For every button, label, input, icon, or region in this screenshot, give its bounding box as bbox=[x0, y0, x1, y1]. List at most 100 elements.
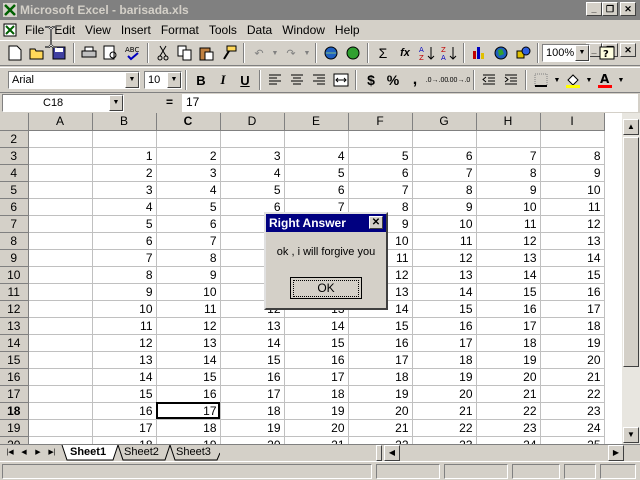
fill-color-icon[interactable] bbox=[562, 69, 584, 91]
chevron-down-icon[interactable]: ▼ bbox=[552, 69, 562, 91]
font-size-select[interactable]: 10 ▼ bbox=[144, 71, 182, 89]
print-preview-icon[interactable] bbox=[100, 42, 122, 64]
cell[interactable]: 15 bbox=[284, 334, 349, 352]
chevron-down-icon[interactable]: ▼ bbox=[616, 69, 626, 91]
chevron-down-icon[interactable]: ▼ bbox=[109, 95, 123, 111]
cell[interactable]: 13 bbox=[412, 266, 477, 284]
cell[interactable]: 11 bbox=[156, 300, 221, 318]
undo-icon[interactable]: ↶ bbox=[248, 42, 270, 64]
cell[interactable] bbox=[92, 130, 157, 148]
menu-window[interactable]: Window bbox=[277, 21, 330, 39]
cell[interactable]: 5 bbox=[284, 164, 349, 182]
cell[interactable] bbox=[28, 232, 93, 250]
increase-indent-icon[interactable] bbox=[500, 69, 522, 91]
cell[interactable]: 6 bbox=[156, 215, 221, 233]
cell[interactable]: 18 bbox=[156, 419, 221, 437]
office-assistant-icon[interactable]: ? bbox=[596, 42, 618, 64]
align-center-icon[interactable] bbox=[286, 69, 308, 91]
row-header[interactable]: 4 bbox=[0, 164, 29, 182]
cell[interactable]: 18 bbox=[412, 351, 477, 369]
cell[interactable] bbox=[28, 249, 93, 267]
cell[interactable]: 14 bbox=[156, 351, 221, 369]
cell[interactable]: 21 bbox=[348, 419, 413, 437]
cell[interactable]: 16 bbox=[348, 334, 413, 352]
cell[interactable]: 4 bbox=[284, 147, 349, 165]
drawing-icon[interactable] bbox=[512, 42, 534, 64]
cell[interactable] bbox=[348, 130, 413, 148]
align-right-icon[interactable] bbox=[308, 69, 330, 91]
vertical-scrollbar[interactable]: ▲ ▼ bbox=[622, 113, 640, 444]
formula-input[interactable]: 17 bbox=[182, 94, 638, 112]
column-header-h[interactable]: H bbox=[476, 113, 541, 131]
cell[interactable]: 7 bbox=[156, 232, 221, 250]
cell[interactable] bbox=[28, 215, 93, 233]
next-sheet-icon[interactable]: ▶ bbox=[32, 447, 44, 459]
select-all-corner[interactable] bbox=[0, 113, 29, 131]
cell[interactable]: 20 bbox=[284, 419, 349, 437]
cell[interactable]: 14 bbox=[92, 368, 157, 386]
row-header[interactable]: 7 bbox=[0, 215, 29, 233]
chevron-down-icon[interactable]: ▼ bbox=[125, 72, 139, 88]
cell[interactable]: 20 bbox=[540, 351, 605, 369]
column-header-c[interactable]: C bbox=[156, 113, 221, 131]
row-header[interactable]: 11 bbox=[0, 283, 29, 301]
cell[interactable]: 16 bbox=[284, 351, 349, 369]
column-header-d[interactable]: D bbox=[220, 113, 285, 131]
cell[interactable]: 23 bbox=[540, 402, 605, 420]
cell[interactable]: 22 bbox=[348, 436, 413, 444]
scroll-thumb[interactable] bbox=[623, 137, 639, 367]
new-icon[interactable] bbox=[4, 42, 26, 64]
first-sheet-icon[interactable]: |◀ bbox=[4, 447, 16, 459]
row-header[interactable]: 18 bbox=[0, 402, 29, 420]
cell[interactable]: 17 bbox=[220, 385, 285, 403]
ok-button[interactable]: OK bbox=[290, 277, 362, 299]
cell[interactable] bbox=[28, 402, 93, 420]
cell[interactable]: 19 bbox=[412, 368, 477, 386]
column-header-e[interactable]: E bbox=[284, 113, 349, 131]
chevron-down-icon[interactable]: ▼ bbox=[575, 45, 589, 61]
column-header-a[interactable]: A bbox=[28, 113, 93, 131]
menu-tools[interactable]: Tools bbox=[204, 21, 242, 39]
cell[interactable]: 15 bbox=[412, 300, 477, 318]
cell[interactable]: 6 bbox=[92, 232, 157, 250]
cell[interactable]: 10 bbox=[156, 283, 221, 301]
row-header[interactable]: 15 bbox=[0, 351, 29, 369]
cell[interactable]: 3 bbox=[220, 147, 285, 165]
cell[interactable]: 21 bbox=[476, 385, 541, 403]
cell[interactable] bbox=[220, 130, 285, 148]
cell[interactable] bbox=[28, 300, 93, 318]
cell[interactable]: 19 bbox=[220, 419, 285, 437]
zoom-select[interactable]: 100% ▼ bbox=[542, 44, 590, 62]
last-sheet-icon[interactable]: ▶| bbox=[46, 447, 58, 459]
cell[interactable]: 15 bbox=[92, 385, 157, 403]
cell[interactable]: 18 bbox=[348, 368, 413, 386]
cell[interactable] bbox=[28, 181, 93, 199]
cell[interactable] bbox=[28, 164, 93, 182]
cell[interactable]: 13 bbox=[220, 317, 285, 335]
cell[interactable]: 18 bbox=[220, 402, 285, 420]
cell[interactable] bbox=[28, 147, 93, 165]
web-toolbar-icon[interactable] bbox=[342, 42, 364, 64]
cell[interactable]: 13 bbox=[156, 334, 221, 352]
row-header[interactable]: 6 bbox=[0, 198, 29, 216]
cell[interactable]: 9 bbox=[92, 283, 157, 301]
cell[interactable]: 11 bbox=[92, 317, 157, 335]
row-header[interactable]: 3 bbox=[0, 147, 29, 165]
cell[interactable]: 17 bbox=[348, 351, 413, 369]
cell[interactable]: 18 bbox=[540, 317, 605, 335]
title-bar[interactable]: Microsoft Excel - barisada.xls _ ❐ ✕ bbox=[0, 0, 640, 20]
cell[interactable]: 12 bbox=[540, 215, 605, 233]
cell[interactable]: 7 bbox=[476, 147, 541, 165]
menu-data[interactable]: Data bbox=[242, 21, 277, 39]
menu-view[interactable]: View bbox=[80, 21, 116, 39]
cell[interactable]: 19 bbox=[540, 334, 605, 352]
cell[interactable]: 9 bbox=[476, 181, 541, 199]
cell[interactable] bbox=[28, 266, 93, 284]
name-box[interactable]: C18 ▼ bbox=[2, 94, 124, 112]
cell[interactable]: 13 bbox=[92, 351, 157, 369]
row-header[interactable]: 8 bbox=[0, 232, 29, 250]
cell[interactable]: 10 bbox=[412, 215, 477, 233]
cell[interactable]: 3 bbox=[156, 164, 221, 182]
cell[interactable]: 8 bbox=[156, 249, 221, 267]
cell[interactable] bbox=[284, 130, 349, 148]
